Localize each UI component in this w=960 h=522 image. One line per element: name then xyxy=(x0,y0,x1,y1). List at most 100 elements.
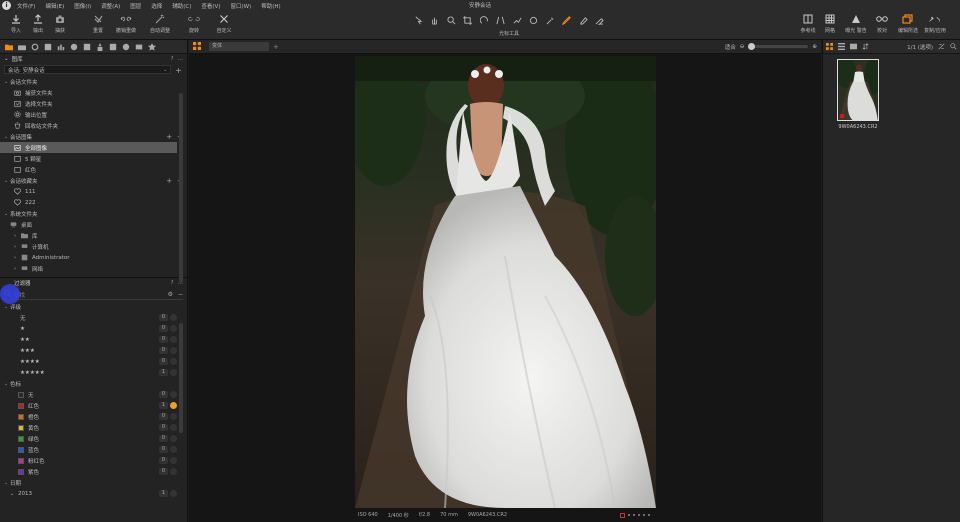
expand-caret-icon[interactable]: › xyxy=(14,266,21,272)
pan-hand-icon[interactable] xyxy=(430,16,439,25)
rating-row-2[interactable]: ★★ 0 xyxy=(0,334,187,345)
rating-dot[interactable] xyxy=(638,514,640,516)
color-row-purple[interactable]: 紫色 0 xyxy=(0,466,187,477)
browser-settings-icon[interactable] xyxy=(938,43,945,50)
help-icon[interactable]: ? xyxy=(171,280,174,286)
zoom-out-icon[interactable]: ⊖ xyxy=(740,44,745,50)
folder-item-trash[interactable]: 回收站文件夹 xyxy=(0,120,187,131)
color-row-blue[interactable]: 蓝色 0 xyxy=(0,444,187,455)
rating-row-none[interactable]: 无0 xyxy=(0,312,187,323)
color-toggle[interactable] xyxy=(170,424,177,431)
tab-metadata[interactable] xyxy=(120,41,131,52)
customize-button[interactable]: 自定义 xyxy=(211,13,237,34)
color-row-green[interactable]: 绿色 0 xyxy=(0,433,187,444)
erase-icon[interactable] xyxy=(579,16,588,25)
spot-removal-icon[interactable] xyxy=(513,16,522,25)
copy-apply-button[interactable]: 复制/应用 xyxy=(922,13,948,34)
system-folders-header[interactable]: ⌄ 系统文件夹 xyxy=(0,209,187,219)
rating-row-5[interactable]: ★★★★★ 1 xyxy=(0,367,187,378)
select-cursor-icon[interactable] xyxy=(414,16,423,25)
filter-search-row[interactable]: 查找 ⚙− xyxy=(4,290,183,300)
rotate-button[interactable]: 旋转 xyxy=(181,13,207,34)
rating-dot[interactable] xyxy=(633,514,635,516)
rating-toggle[interactable] xyxy=(170,347,177,354)
capture-button[interactable]: 抽获 xyxy=(47,13,73,34)
menu-file[interactable]: 文件(F) xyxy=(17,2,35,10)
album-item-all-images[interactable]: 全部图像 xyxy=(0,142,177,153)
color-toggle[interactable] xyxy=(170,391,177,398)
menu-view[interactable]: 查看(V) xyxy=(201,2,220,10)
filters-header[interactable]: 过滤器 ?… xyxy=(0,278,187,288)
library-scrollbar[interactable] xyxy=(179,93,183,283)
keystone-icon[interactable] xyxy=(496,16,505,25)
exposure-warning-button[interactable]: 曝光 警告 xyxy=(843,13,869,34)
proof-button[interactable]: 校对 xyxy=(869,13,895,34)
tab-output[interactable] xyxy=(133,41,144,52)
album-item-red[interactable]: 红色 xyxy=(0,164,187,175)
tab-favorites[interactable] xyxy=(146,41,157,52)
session-favorites-header[interactable]: ⌄ 会话收藏夹 +− xyxy=(0,176,187,186)
gradient-icon[interactable] xyxy=(595,16,604,25)
browser-search-icon[interactable] xyxy=(950,43,957,50)
tab-composition[interactable] xyxy=(42,41,53,52)
color-toggle-active[interactable] xyxy=(170,402,177,409)
date-header[interactable]: ⌄ 日期 xyxy=(0,478,187,488)
rating-toggle[interactable] xyxy=(170,369,177,376)
menu-help[interactable]: 帮助(H) xyxy=(261,2,280,10)
color-row-none[interactable]: 无0 xyxy=(0,389,187,400)
tab-capture[interactable] xyxy=(16,41,27,52)
color-toggle[interactable] xyxy=(170,435,177,442)
menu-edit[interactable]: 编辑(E) xyxy=(45,2,64,10)
date-row-2013[interactable]: ⌄ 2013 1 xyxy=(0,488,187,499)
list-view-icon[interactable] xyxy=(838,43,845,50)
filter-gear-icon[interactable]: ⚙ xyxy=(168,291,173,298)
add-session-button[interactable]: + xyxy=(175,66,182,75)
auto-adjust-button[interactable]: 自动调整 xyxy=(147,13,173,34)
favorite-item-222[interactable]: 222 xyxy=(0,197,187,208)
color-row-red[interactable]: 红色 1 xyxy=(0,400,187,411)
collapse-caret-icon[interactable]: ⌄ xyxy=(4,56,9,62)
color-row-yellow[interactable]: 黄色 0 xyxy=(0,422,187,433)
rating-row-4[interactable]: ★★★★ 0 xyxy=(0,356,187,367)
rating-row-1[interactable]: ★ 0 xyxy=(0,323,187,334)
reset-button[interactable]: 重置 xyxy=(85,13,111,34)
add-tab-button[interactable]: + xyxy=(273,43,279,51)
tab-adjustments[interactable] xyxy=(107,41,118,52)
rating-header[interactable]: ⌄ 评级 xyxy=(0,302,187,312)
tab-exposure[interactable] xyxy=(55,41,66,52)
zoom-slider[interactable] xyxy=(748,43,809,50)
album-item-5-stars[interactable]: 5 颗星 xyxy=(0,153,187,164)
expand-caret-icon[interactable]: › xyxy=(14,233,21,239)
tab-local[interactable] xyxy=(94,41,105,52)
more-icon[interactable]: … xyxy=(178,56,184,62)
sort-icon[interactable] xyxy=(862,43,869,50)
system-item-desktop[interactable]: 桌面 xyxy=(0,219,187,230)
zoom-slider-knob[interactable] xyxy=(748,43,756,50)
menu-image[interactable]: 图像(I) xyxy=(74,2,91,10)
rating-toggle[interactable] xyxy=(170,314,177,321)
help-icon[interactable]: ? xyxy=(171,56,174,62)
add-album-button[interactable]: + xyxy=(166,133,172,141)
rating-dot[interactable] xyxy=(628,514,630,516)
system-item-administrator[interactable]: › Administrator xyxy=(0,252,187,263)
folder-item-capture[interactable]: 捕获文件夹 xyxy=(0,87,187,98)
filmstrip-icon[interactable] xyxy=(850,43,857,50)
menu-adjust[interactable]: 调整(A) xyxy=(101,2,120,10)
menu-window[interactable]: 窗口(W) xyxy=(230,2,251,10)
color-toggle[interactable] xyxy=(170,457,177,464)
rating-row-3[interactable]: ★★★ 0 xyxy=(0,345,187,356)
system-item-computer[interactable]: › 计算机 xyxy=(0,241,187,252)
tab-color[interactable] xyxy=(68,41,79,52)
tab-lens[interactable] xyxy=(29,41,40,52)
rating-dot[interactable] xyxy=(643,514,645,516)
tab-library[interactable] xyxy=(3,41,14,52)
session-albums-header[interactable]: ⌄ 会话图集 +− xyxy=(0,132,187,142)
zoom-label[interactable]: 适合 xyxy=(725,43,736,51)
filters-scrollbar[interactable] xyxy=(179,323,183,433)
rating-toggle[interactable] xyxy=(170,325,177,332)
circle-mask-icon[interactable] xyxy=(529,16,538,25)
rating-toggle[interactable] xyxy=(170,358,177,365)
menu-assist[interactable]: 辅助(C) xyxy=(172,2,191,10)
rotate-tool-icon[interactable] xyxy=(479,15,489,25)
thumbnail-view-icon[interactable] xyxy=(826,43,833,50)
